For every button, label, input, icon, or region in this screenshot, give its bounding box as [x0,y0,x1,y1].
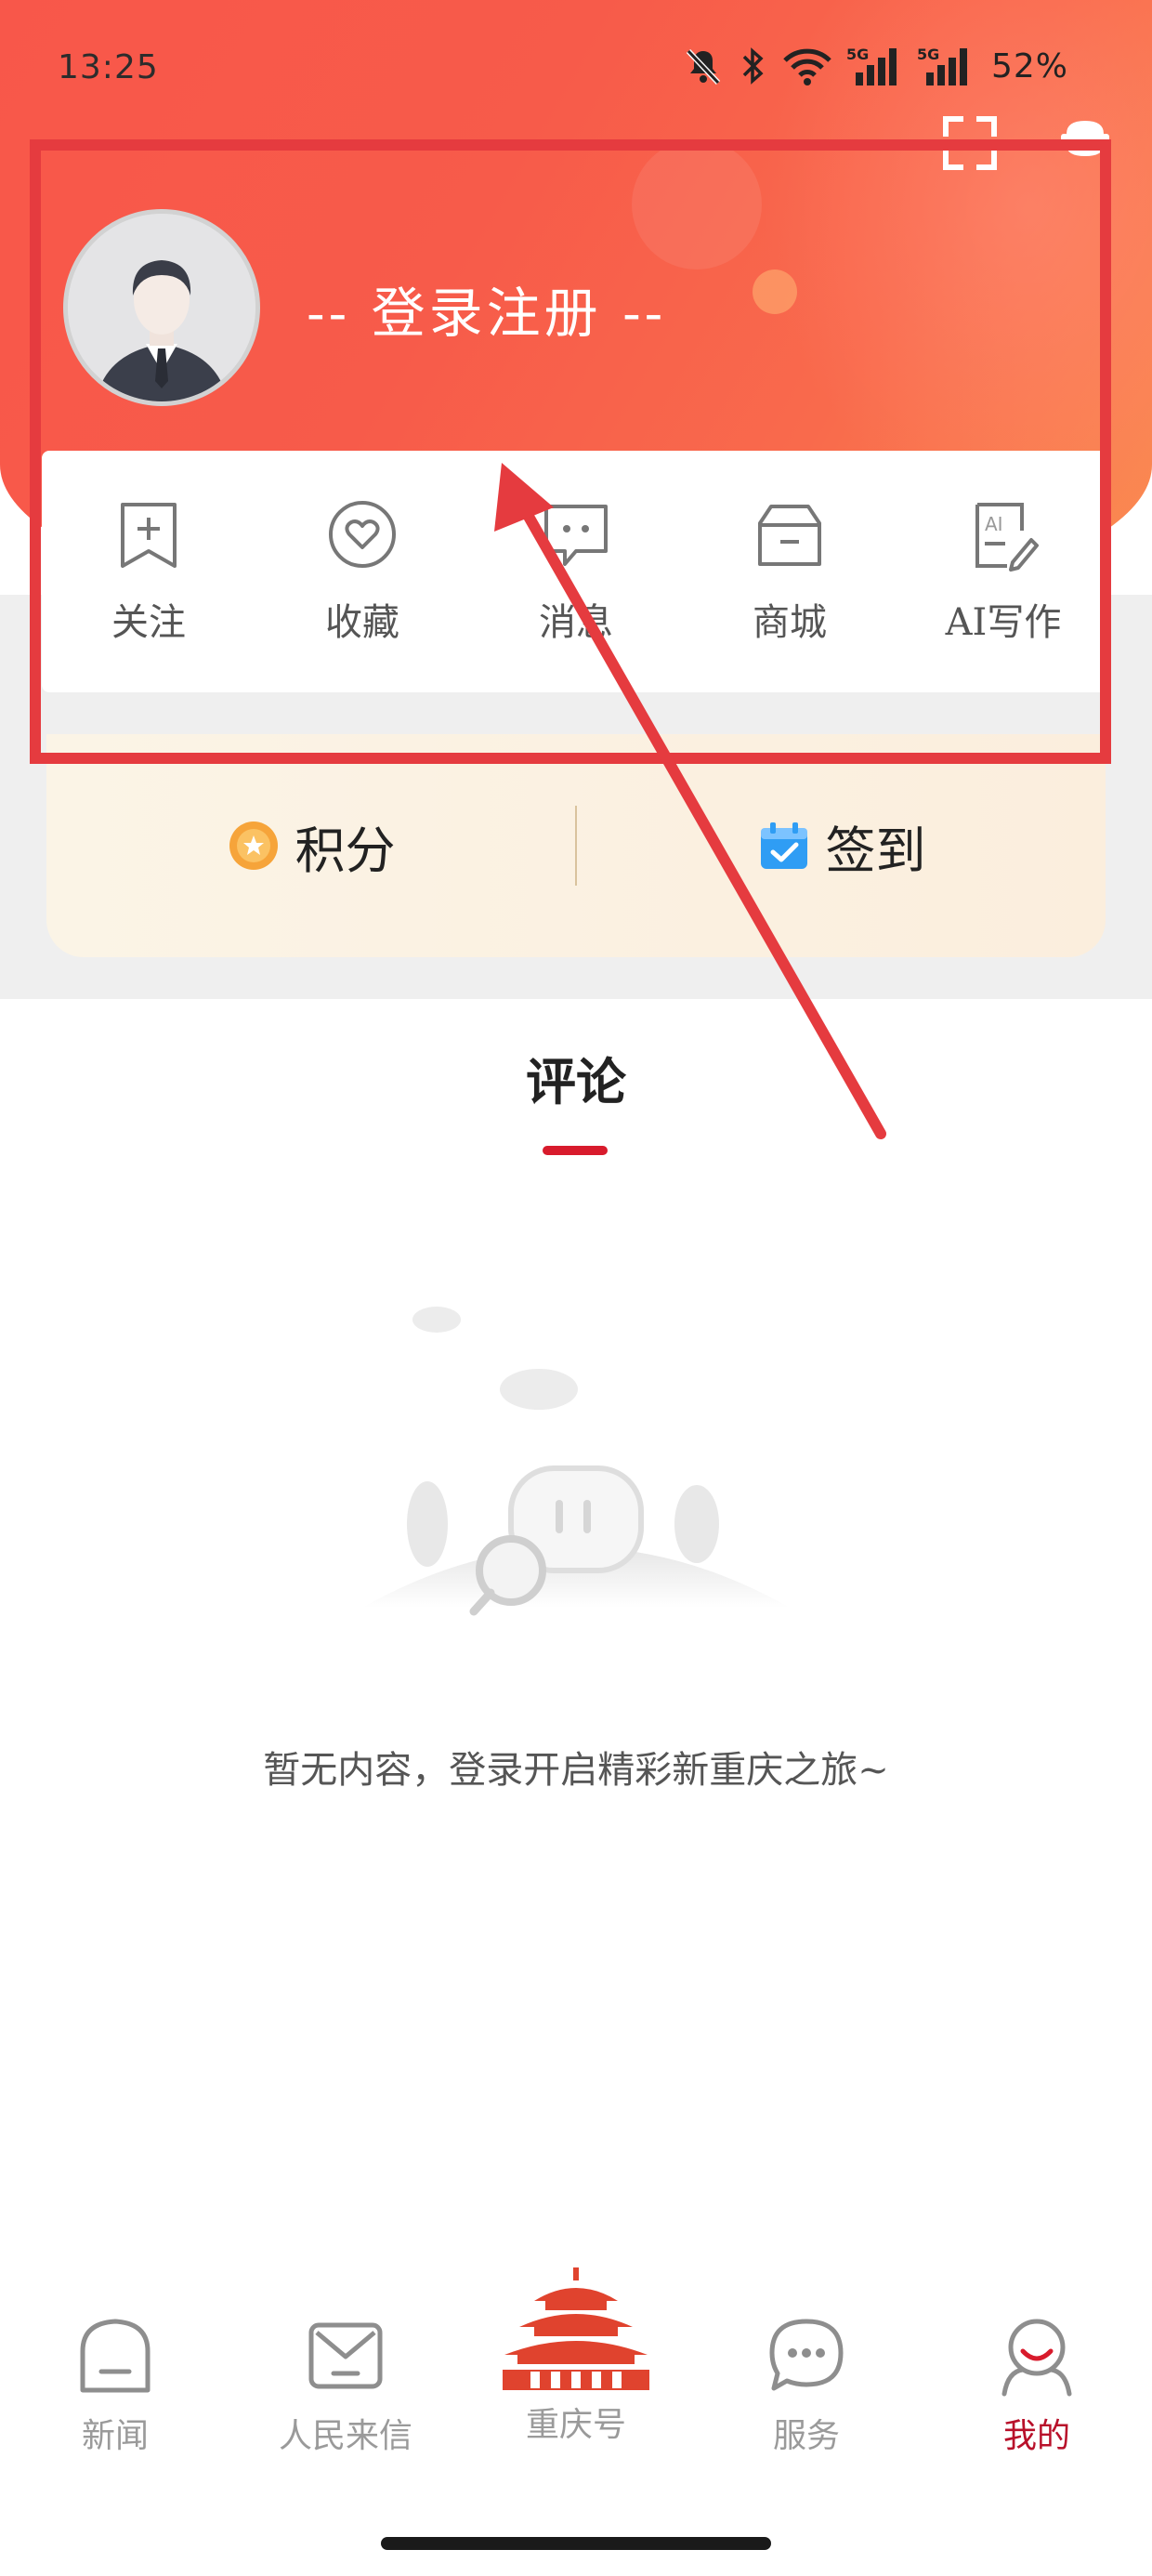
annotation-highlight-box [30,139,1111,764]
nav-label: 服务 [772,2417,840,2455]
tab-comments[interactable]: 评论 [0,1041,1152,1114]
svg-text:5G: 5G [846,46,869,63]
scan-icon [943,116,963,137]
nav-people-letters[interactable]: 人民来信 [253,2314,439,2457]
points-button[interactable]: 积分 [46,809,575,883]
empty-state-message: 暂无内容，登录开启精彩新重庆之旅~ [263,1749,889,1792]
bottom-navigation: 新闻 人民来信 重庆号 服务 我的 [0,2267,1152,2500]
temple-icon [503,2267,649,2390]
signal-5g-icon: 5G [846,46,897,85]
status-icons: 5G 5G 52% [683,43,1068,89]
wifi-icon [783,48,831,85]
signal-5g-icon: 5G [917,46,967,85]
checkin-button[interactable]: 签到 [577,809,1106,883]
nav-label: 新闻 [81,2417,149,2455]
profile-icon [1001,2319,1072,2397]
nav-label: 我的 [1002,2417,1070,2455]
home-indicator[interactable] [381,2537,771,2550]
points-coin-icon [229,821,278,870]
checkin-label: 签到 [825,821,926,880]
mute-bell-icon [686,48,721,85]
calendar-check-icon [760,822,807,869]
points-label: 积分 [295,821,396,880]
nav-label: 人民来信 [278,2417,412,2455]
svg-text:5G: 5G [917,46,939,63]
status-time: 13:25 [58,48,159,86]
nav-services[interactable]: 服务 [713,2314,899,2457]
points-checkin-card: 积分 签到 [46,734,1106,957]
news-home-icon [80,2319,151,2393]
nav-label: 重庆号 [525,2406,626,2444]
nav-chongqing-hao[interactable]: 重庆号 [483,2267,669,2446]
nav-mine[interactable]: 我的 [944,2314,1130,2457]
mail-icon [308,2322,383,2389]
tab-active-indicator [543,1146,608,1155]
empty-state-illustration [362,1307,790,1616]
bluetooth-icon [742,47,764,85]
battery-percentage: 52% [991,46,1069,85]
chat-bubble-icon [769,2319,844,2391]
nav-news[interactable]: 新闻 [22,2314,208,2457]
